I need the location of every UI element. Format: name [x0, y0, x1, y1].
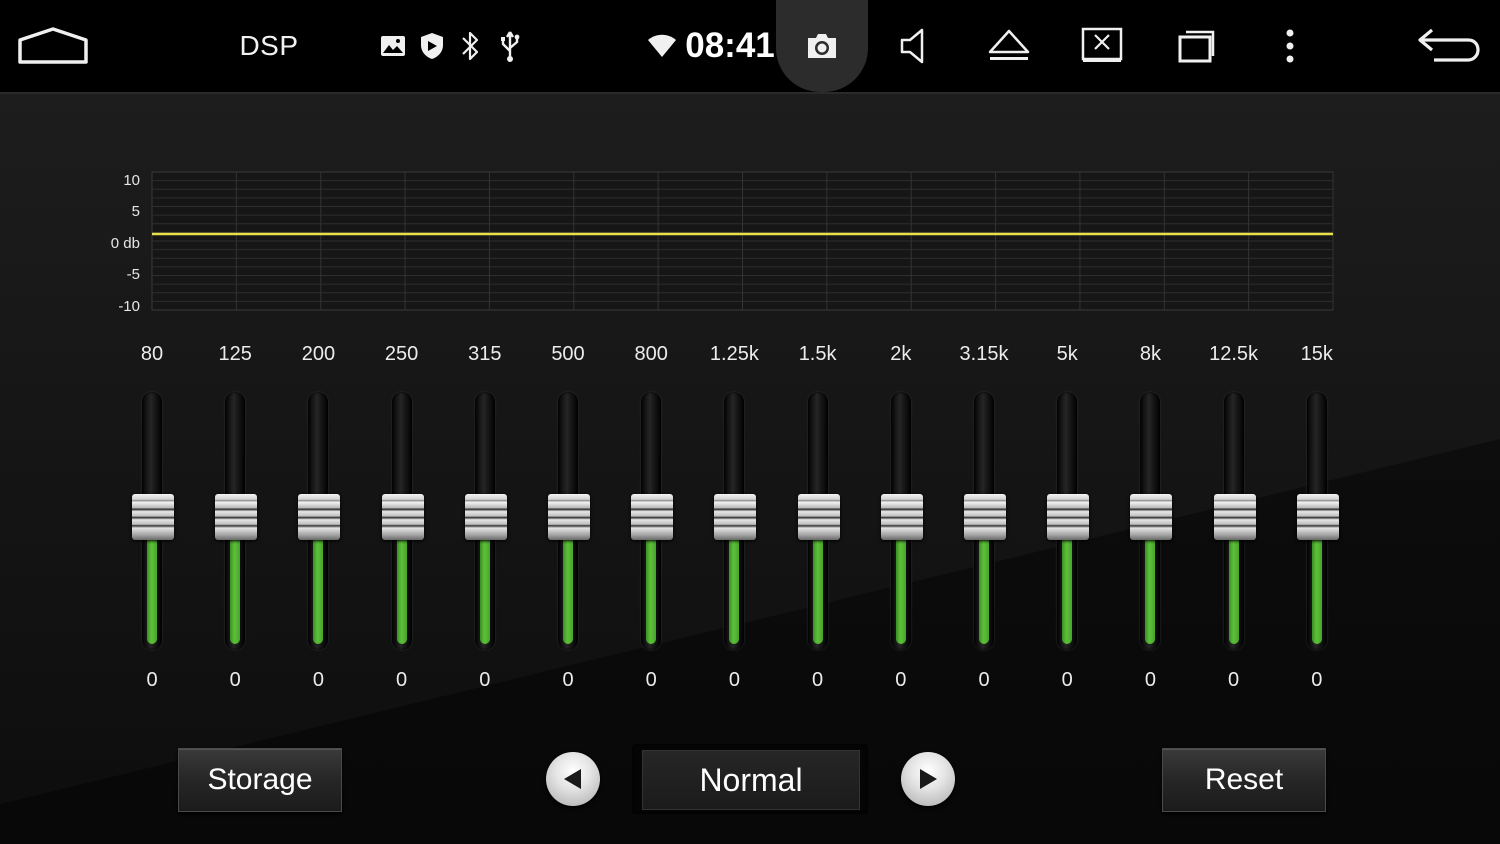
band-slider-fill — [1145, 527, 1156, 644]
band-slider-knob[interactable] — [631, 494, 674, 540]
band-slider-knob[interactable] — [298, 494, 341, 540]
band-slider-knob[interactable] — [714, 494, 757, 540]
band-slider-fill — [729, 527, 740, 644]
band-slider-fill — [396, 527, 407, 644]
storage-button[interactable]: Storage — [178, 748, 342, 812]
band-frequency-label: 80 — [140, 343, 164, 365]
band-frequency-label: 5k — [1056, 343, 1078, 365]
band-value-label: 0 — [312, 669, 324, 691]
band-slider-fill — [895, 527, 906, 644]
band-slider-fill — [479, 527, 490, 644]
usb-icon — [496, 0, 524, 92]
home-icon[interactable] — [14, 0, 92, 92]
band-frequency-label: 2k — [890, 343, 912, 365]
db-label: 10 — [123, 172, 140, 189]
band-frequency-label: 15k — [1300, 343, 1333, 365]
prev-preset-button[interactable] — [546, 752, 600, 806]
db-label: -5 — [126, 266, 140, 283]
band-frequency-label: 12.5k — [1209, 343, 1259, 365]
wifi-icon — [646, 0, 678, 92]
next-preset-button[interactable] — [901, 752, 955, 806]
band-slider-fill — [563, 527, 573, 644]
band-slider-fill — [979, 527, 989, 644]
band-slider-knob[interactable] — [880, 494, 923, 540]
band-value-label: 0 — [479, 669, 491, 691]
band-slider-knob[interactable] — [548, 494, 590, 540]
eq-curve-grid — [151, 171, 1334, 311]
band-value-label: 0 — [229, 669, 241, 691]
band-slider-fill — [1228, 527, 1239, 644]
band-value-label: 0 — [146, 669, 158, 691]
band-slider-knob[interactable] — [132, 494, 174, 540]
band-value-label: 0 — [895, 669, 907, 691]
band-slider-knob[interactable] — [215, 494, 258, 540]
more-vert-icon[interactable] — [1276, 0, 1304, 92]
band-frequency-label: 125 — [218, 343, 252, 365]
band-value-label: 0 — [1061, 669, 1073, 691]
eq-curve-graph — [151, 171, 1334, 311]
band-slider-knob[interactable] — [797, 494, 840, 540]
eject-icon[interactable] — [984, 0, 1034, 92]
band-frequency-label: 1.5k — [798, 343, 837, 365]
preset-display: Normal — [632, 744, 868, 814]
preset-name: Normal — [642, 750, 860, 810]
band-slider-knob[interactable] — [1213, 494, 1256, 540]
triangle-right-icon — [920, 769, 937, 789]
band-slider-fill — [646, 527, 657, 644]
band-slider-knob[interactable] — [964, 494, 1006, 540]
volume-icon[interactable] — [894, 0, 936, 92]
band-value-label: 0 — [396, 669, 408, 691]
band-frequency-label: 250 — [384, 343, 419, 365]
band-value-label: 0 — [645, 669, 657, 691]
screen-off-icon[interactable] — [1078, 0, 1126, 92]
recents-icon[interactable] — [1172, 0, 1220, 92]
band-frequency-label: 315 — [468, 343, 502, 365]
triangle-left-icon — [564, 769, 581, 789]
bluetooth-icon — [456, 0, 484, 92]
db-label: 5 — [131, 203, 140, 220]
band-value-label: 0 — [728, 669, 740, 691]
image-icon — [378, 0, 408, 92]
shield-icon — [418, 0, 446, 92]
db-label: 0 db — [110, 235, 140, 252]
reset-button[interactable]: Reset — [1162, 748, 1326, 812]
band-slider-knob[interactable] — [464, 494, 507, 540]
band-slider-knob[interactable] — [381, 494, 424, 540]
band-value-label: 0 — [1144, 669, 1156, 691]
band-value-label: 0 — [562, 669, 574, 691]
band-slider-fill — [1311, 527, 1322, 644]
band-frequency-label: 8k — [1139, 343, 1161, 365]
band-slider-knob[interactable] — [1130, 494, 1173, 540]
db-label: -10 — [118, 298, 140, 315]
band-slider-fill — [230, 527, 241, 644]
band-value-label: 0 — [1311, 669, 1323, 691]
band-slider-knob[interactable] — [1296, 494, 1339, 540]
band-slider-fill — [147, 527, 157, 644]
band-value-label: 0 — [1228, 669, 1240, 691]
band-slider-knob[interactable] — [1047, 494, 1090, 540]
band-frequency-label: 200 — [301, 343, 336, 365]
band-frequency-label: 500 — [551, 343, 585, 365]
status-bar: DSP 08:41 — [0, 0, 1500, 94]
band-frequency-label: 800 — [634, 343, 668, 365]
band-frequency-label: 1.25k — [709, 343, 759, 365]
clock: 08:41 — [685, 26, 775, 65]
band-slider-fill — [313, 527, 324, 644]
camera-icon[interactable] — [776, 0, 868, 92]
back-icon[interactable] — [1410, 0, 1486, 92]
band-value-label: 0 — [978, 669, 990, 691]
equalizer-panel: 10 5 0 db -5 -10 80 0 125 0 200 0 250 0 315 0 500 0 800 0… — [0, 94, 1500, 844]
band-frequency-label: 3.15k — [959, 343, 1009, 365]
band-slider-fill — [812, 527, 823, 644]
app-title: DSP — [239, 30, 299, 61]
band-value-label: 0 — [812, 669, 824, 691]
band-slider-fill — [1062, 527, 1073, 644]
